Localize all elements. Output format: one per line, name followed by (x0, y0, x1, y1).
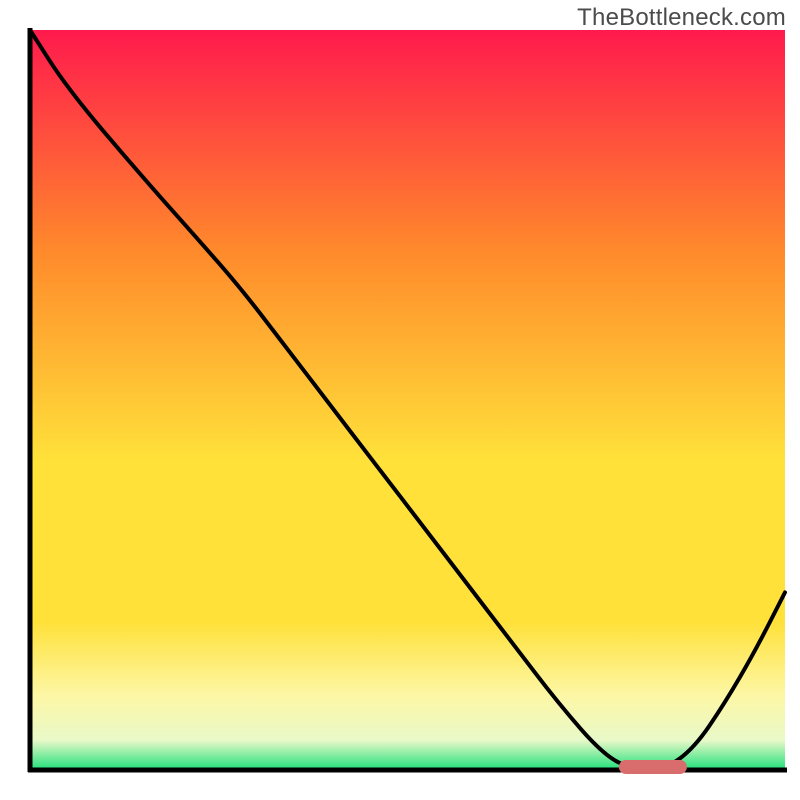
bottleneck-chart (0, 0, 800, 800)
watermark-text: TheBottleneck.com (577, 4, 786, 32)
chart-container: TheBottleneck.com (0, 0, 800, 800)
plot-background (30, 30, 785, 770)
optimal-range-marker (619, 760, 687, 774)
